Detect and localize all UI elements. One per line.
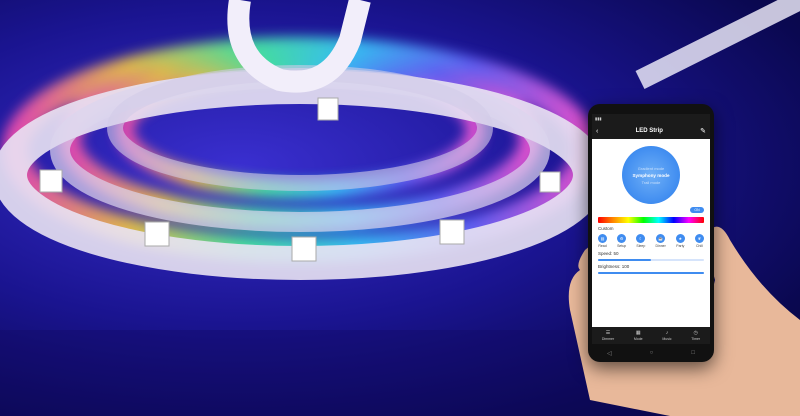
power-toggle[interactable]: ON [690, 207, 704, 213]
tab-dimmer[interactable]: ☰ Dimmer [602, 330, 614, 341]
mode-selector-wheel[interactable]: Gradient mode Symphony mode Trail mode [622, 146, 680, 204]
mode-item-selected[interactable]: Symphony mode [632, 173, 669, 178]
brightness-slider[interactable] [598, 272, 704, 274]
grid-icon: ▦ [635, 330, 641, 336]
book-icon: ▤ [598, 234, 607, 243]
scene-button-party[interactable]: ★ Party [675, 234, 685, 248]
app-title: LED Strip [635, 128, 663, 134]
sliders-icon: ☰ [605, 330, 611, 336]
nav-home-icon[interactable]: ○ [650, 350, 654, 356]
mode-item[interactable]: Gradient mode [638, 166, 664, 171]
scene-buttons: ▤ Read ⚙ Setup ☾ Sleep ☕ Dinner ★ Party … [592, 231, 710, 248]
nav-recent-icon[interactable]: □ [691, 350, 695, 356]
scene-button-read[interactable]: ▤ Read [598, 234, 607, 248]
tab-music[interactable]: ♪ Music [662, 330, 671, 341]
brightness-label: Brightness: 100 [598, 264, 630, 269]
speed-slider[interactable] [598, 259, 704, 261]
status-bar: ▮▮▮ [592, 114, 710, 123]
phone-screen: ▮▮▮ ‹ LED Strip ✎ Gradient mode Symphony… [592, 114, 710, 344]
clock-icon: ◷ [693, 330, 698, 336]
app-bar: ‹ LED Strip ✎ [592, 123, 710, 139]
nav-back-icon[interactable]: ◁ [607, 350, 612, 357]
cup-icon: ☕ [656, 234, 666, 243]
scene-button-dinner[interactable]: ☕ Dinner [655, 234, 666, 248]
bottom-tab-bar: ☰ Dimmer ▦ Mode ♪ Music ◷ Timer [592, 327, 710, 344]
smartphone: ▮▮▮ ‹ LED Strip ✎ Gradient mode Symphony… [588, 104, 714, 362]
back-arrow-icon[interactable]: ‹ [596, 128, 598, 135]
leaf-icon: ❦ [694, 234, 704, 243]
tab-mode[interactable]: ▦ Mode [634, 330, 643, 341]
product-photo: ▮▮▮ ‹ LED Strip ✎ Gradient mode Symphony… [0, 0, 800, 416]
system-nav-bar: ◁ ○ □ [588, 344, 714, 362]
brightness-fill [598, 272, 704, 274]
gear-icon: ⚙ [617, 234, 627, 243]
speed-fill [598, 259, 651, 261]
signal-icon: ▮▮▮ [595, 116, 602, 121]
scene-button-sleep[interactable]: ☾ Sleep [636, 234, 646, 248]
scene-button-chill[interactable]: ❦ Chill [694, 234, 704, 248]
edit-icon[interactable]: ✎ [700, 127, 706, 135]
power-toggle-row: ON [592, 204, 710, 213]
speed-label: Speed: 50 [598, 251, 619, 256]
custom-label: Custom [598, 226, 614, 231]
party-icon: ★ [675, 234, 685, 243]
music-icon: ♪ [665, 330, 669, 336]
mode-item[interactable]: Trail mode [642, 180, 661, 185]
scene-button-setup[interactable]: ⚙ Setup [617, 234, 626, 248]
tab-timer[interactable]: ◷ Timer [691, 330, 700, 341]
moon-icon: ☾ [636, 234, 646, 243]
